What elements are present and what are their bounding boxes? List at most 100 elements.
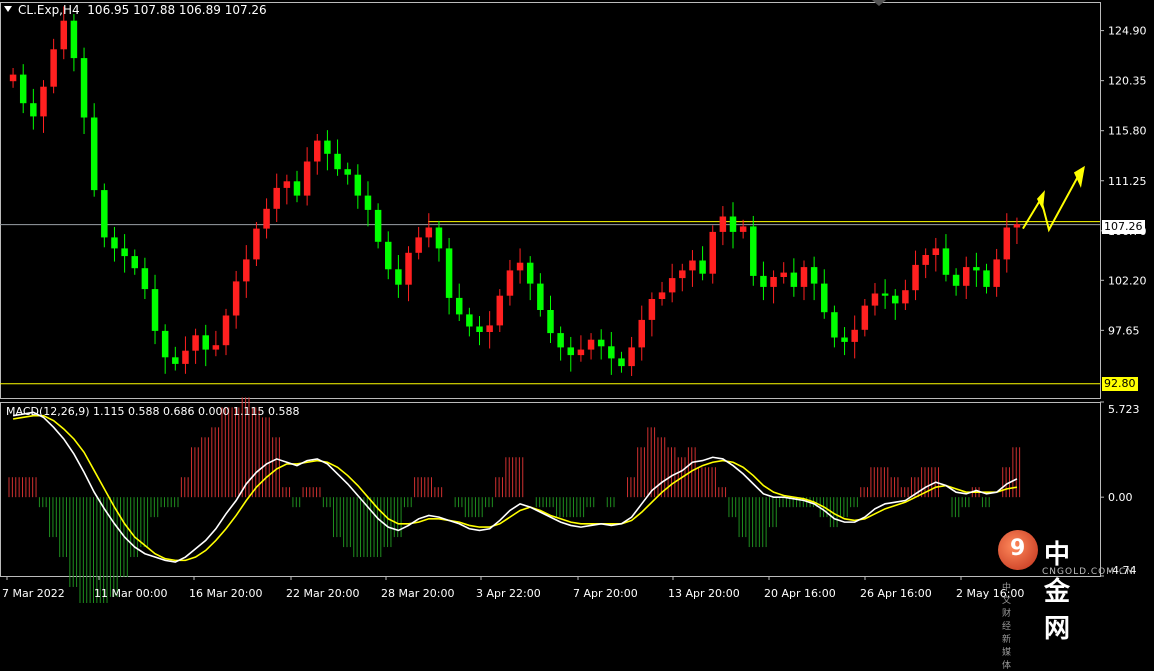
time-axis-label: 16 Mar 20:00 xyxy=(189,587,262,600)
watermark-url: CNGOLD.COM.CN xyxy=(1042,567,1134,577)
candle-body xyxy=(476,326,483,332)
ohlc-values: 106.95 107.88 106.89 107.26 xyxy=(87,3,267,17)
candle-body xyxy=(303,161,311,196)
candle-body xyxy=(780,272,787,277)
candle-body xyxy=(90,117,98,191)
candle-body xyxy=(212,345,220,350)
time-axis-label: 13 Apr 20:00 xyxy=(668,587,740,600)
candle-body xyxy=(344,169,351,175)
candle-body xyxy=(364,195,372,210)
current-price-marker: 107.26 xyxy=(1102,220,1145,234)
candle-body xyxy=(496,295,504,326)
chart-menu-icon[interactable] xyxy=(4,6,12,12)
candle-body xyxy=(283,181,291,188)
candle-body xyxy=(1013,224,1021,228)
candle-body xyxy=(790,272,798,287)
candle-body xyxy=(547,310,554,334)
candle-body xyxy=(425,227,433,238)
candle-body xyxy=(314,140,321,162)
chart-canvas[interactable]: 124.90120.35115.80111.25106.70102.2097.6… xyxy=(0,0,1154,603)
candle-body xyxy=(516,262,524,271)
candle-body xyxy=(40,86,47,117)
price-axis-label: 102.20 xyxy=(1108,274,1147,287)
time-axis-label: 28 Mar 20:00 xyxy=(381,587,454,600)
candle-body xyxy=(750,226,757,276)
candle-body xyxy=(689,260,696,271)
time-axis-label: 7 Apr 20:00 xyxy=(573,587,638,600)
time-axis-label: 20 Apr 16:00 xyxy=(764,587,836,600)
candle-body xyxy=(486,325,493,332)
chart-header: CL.Exp,H4 106.95 107.88 106.89 107.26 xyxy=(18,3,267,17)
candle-body xyxy=(597,339,605,347)
candle-body xyxy=(760,275,767,287)
candle-body xyxy=(506,270,514,296)
candle-body xyxy=(699,260,706,274)
candle-body xyxy=(60,20,68,50)
candle-body xyxy=(374,209,382,242)
candle-body xyxy=(30,103,37,117)
candle-body xyxy=(141,268,149,290)
candle-body xyxy=(881,293,889,296)
candle-body xyxy=(628,347,635,367)
candle-body xyxy=(537,283,544,310)
macd-line xyxy=(12,411,1018,563)
candle-body xyxy=(101,190,108,238)
time-axis-label: 11 Mar 00:00 xyxy=(94,587,167,600)
candle-body xyxy=(810,267,818,284)
signal-line xyxy=(12,414,1018,562)
candle-body xyxy=(354,174,362,196)
candle-body xyxy=(334,153,341,170)
candle-body xyxy=(385,241,392,270)
candle-body xyxy=(567,347,575,356)
candle-body xyxy=(445,248,453,298)
candle-body xyxy=(466,314,473,327)
candle-body xyxy=(719,216,727,232)
time-axis-label: 26 Apr 16:00 xyxy=(860,587,932,600)
candle-body xyxy=(131,256,138,269)
candle-body xyxy=(50,49,57,87)
candle-body xyxy=(821,283,828,313)
time-axis-label: 3 Apr 22:00 xyxy=(476,587,541,600)
candle-body xyxy=(405,252,412,285)
candle-body xyxy=(1003,227,1011,260)
candle-body xyxy=(455,297,463,315)
candle-body xyxy=(892,295,899,304)
candle-body xyxy=(648,299,656,320)
price-axis-label: 124.90 xyxy=(1108,25,1147,38)
candle-body xyxy=(831,312,838,338)
candle-body xyxy=(243,259,250,282)
support-level-marker: 92.80 xyxy=(1102,377,1138,391)
candle-body xyxy=(800,267,808,287)
candle-body xyxy=(232,281,240,316)
macd-axis-label: 5.723 xyxy=(1108,403,1140,416)
candle-body xyxy=(111,237,118,249)
candle-body xyxy=(9,74,17,82)
macd-axis-label: 0.00 xyxy=(1108,491,1133,504)
candle-body xyxy=(161,330,169,358)
candle-body xyxy=(770,277,777,287)
watermark-name: 中金网 xyxy=(1044,540,1072,644)
candle-body xyxy=(293,181,301,196)
candle-body xyxy=(80,58,88,118)
candle-body xyxy=(121,248,128,257)
candle-body xyxy=(973,267,980,271)
candle-body xyxy=(658,292,666,299)
candle-body xyxy=(952,274,960,286)
scroll-marker-icon[interactable] xyxy=(872,0,886,6)
candle-body xyxy=(324,140,331,154)
symbol-label: CL.Exp,H4 xyxy=(18,3,80,17)
candle-body xyxy=(273,187,280,209)
candle-body xyxy=(151,289,159,331)
candle-body xyxy=(932,248,940,255)
candle-body xyxy=(202,335,209,350)
candle-body xyxy=(526,262,534,284)
candle-body xyxy=(618,358,625,367)
candle-body xyxy=(222,315,230,346)
candle-body xyxy=(922,255,929,265)
logo-glyph: 9 xyxy=(1010,536,1026,561)
candle-body xyxy=(638,319,645,348)
candle-body xyxy=(851,329,858,342)
time-axis-label: 22 Mar 20:00 xyxy=(286,587,359,600)
candle-body xyxy=(902,290,909,304)
candle-body xyxy=(19,74,27,104)
